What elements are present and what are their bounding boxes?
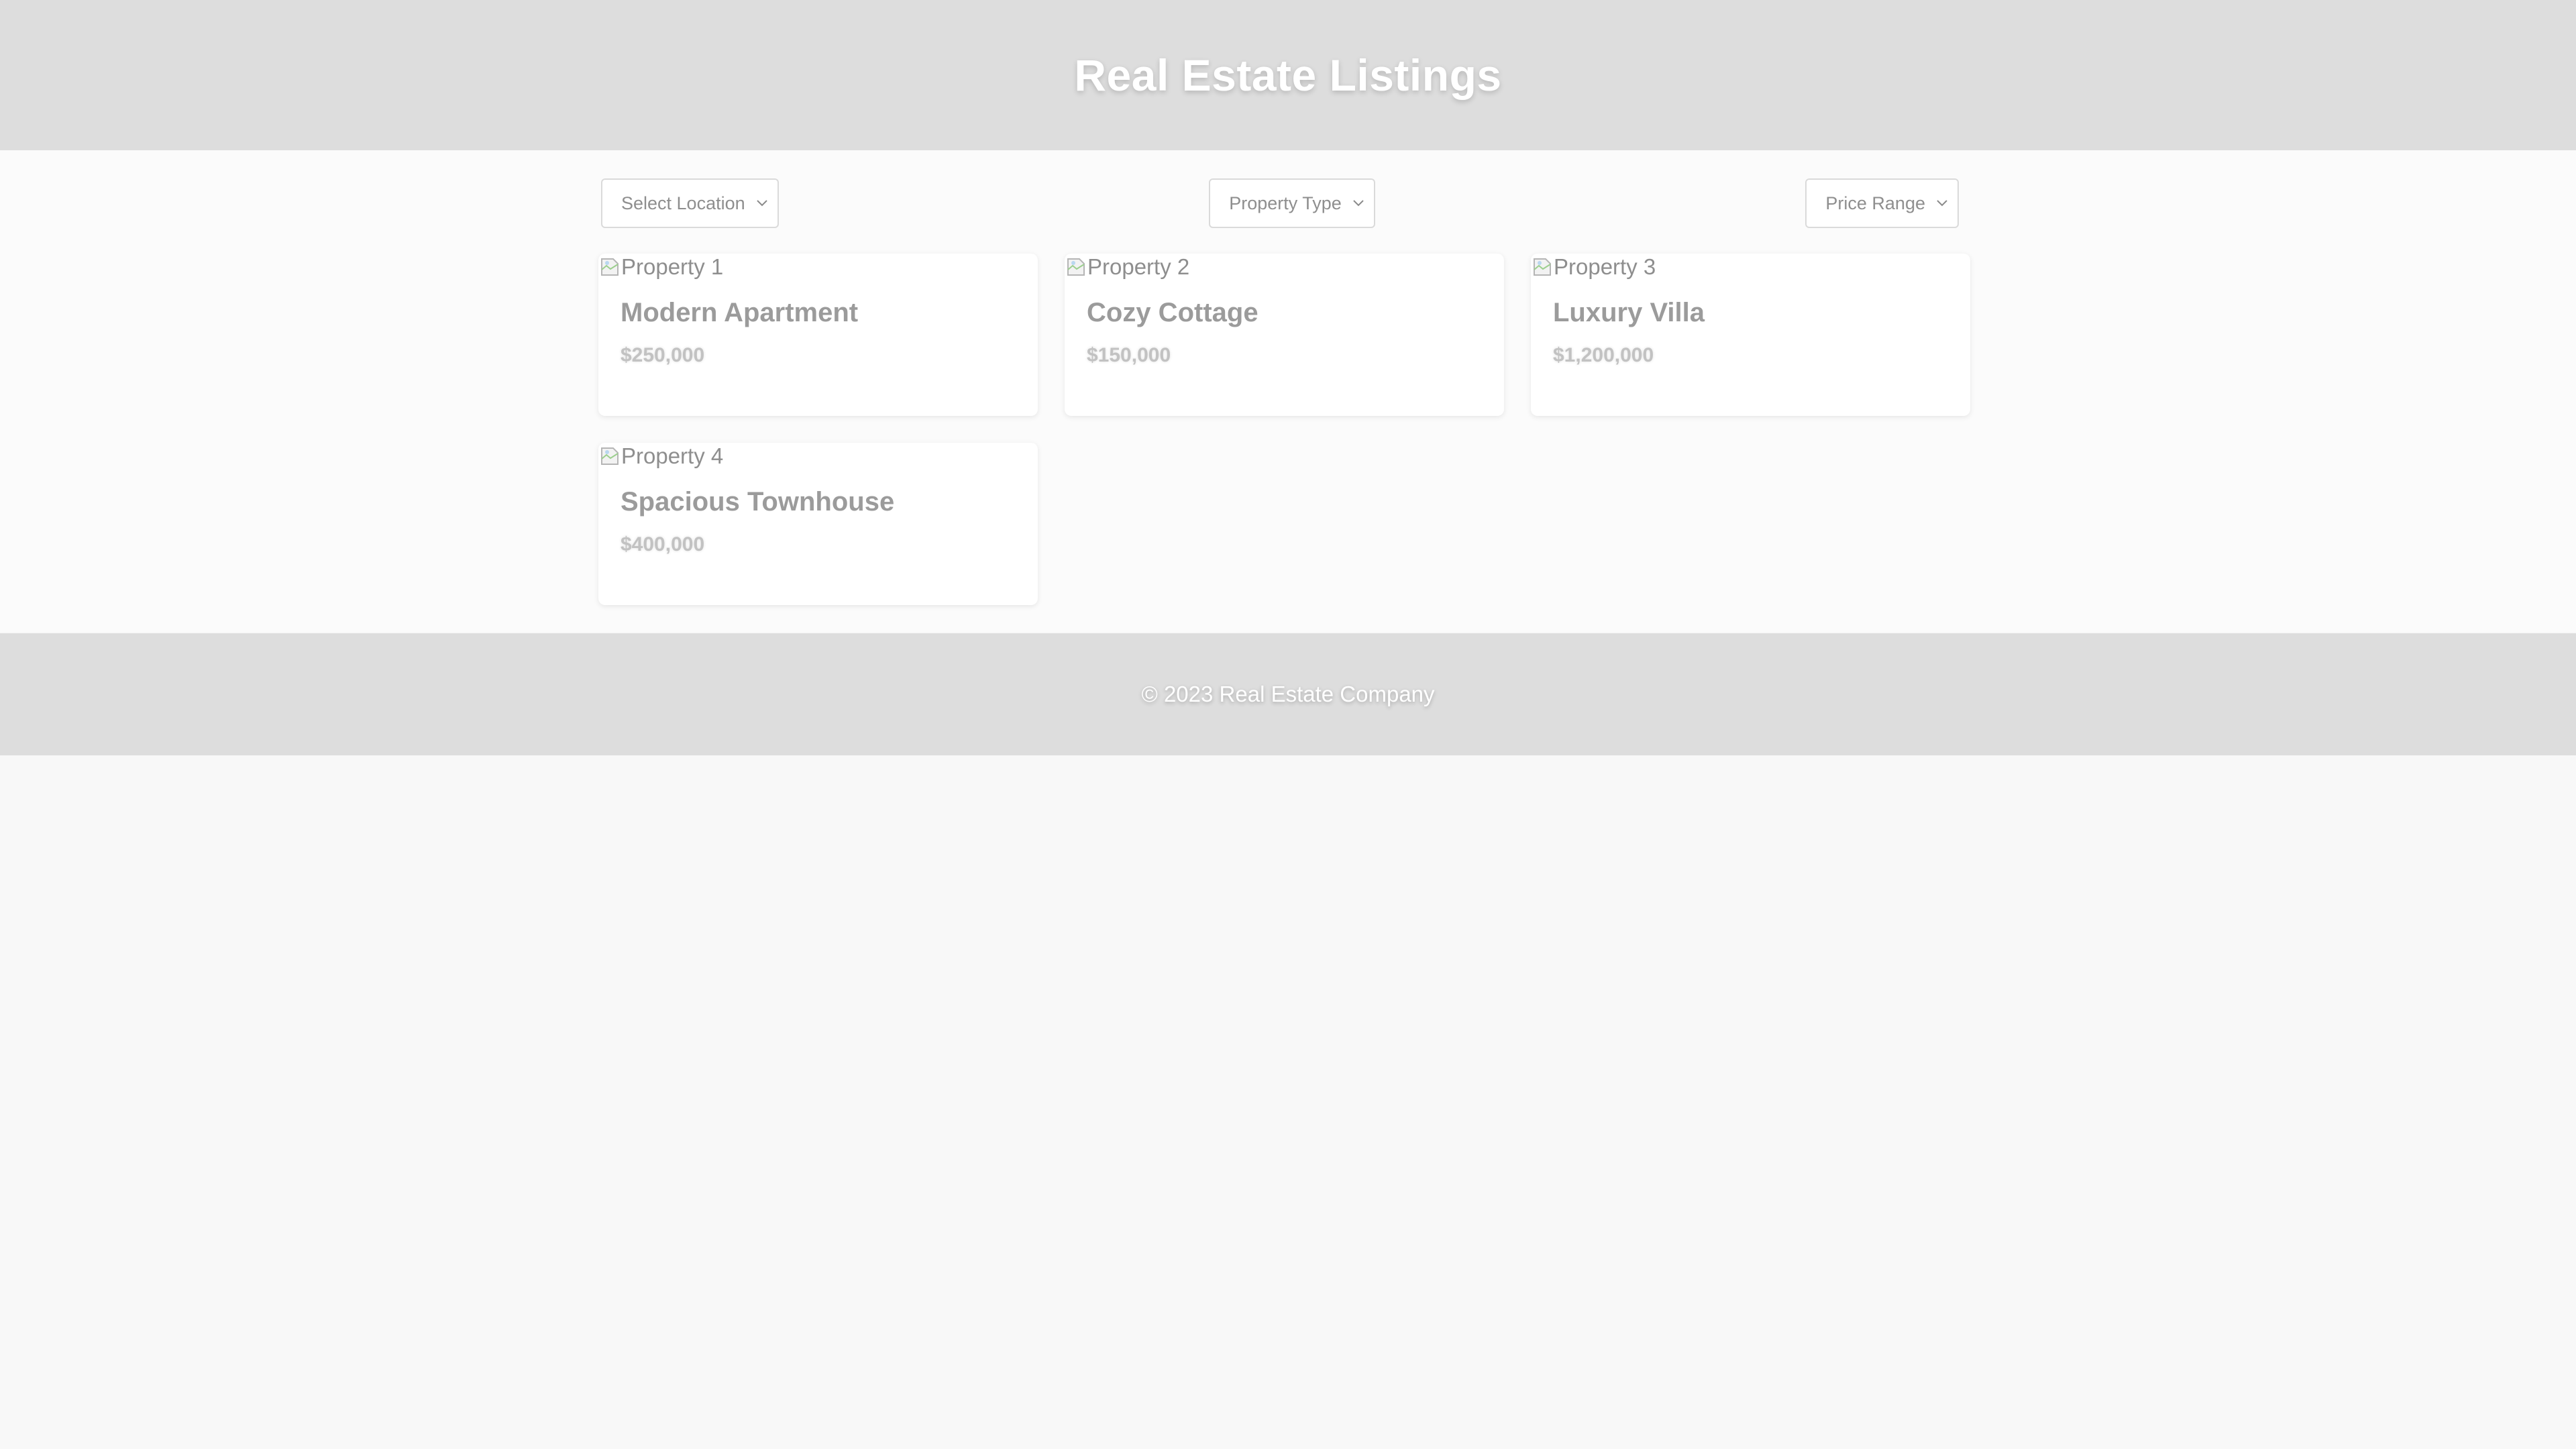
location-select[interactable]: Select Location <box>601 178 779 228</box>
property-price: $1,200,000 <box>1553 344 1654 366</box>
listings-container: Select Location Property Type Price Rang… <box>598 177 1970 605</box>
price-range-select[interactable]: Price Range <box>1805 178 1959 228</box>
property-image: Property 2 <box>1065 254 1504 280</box>
broken-image-icon <box>600 445 620 467</box>
site-header: Real Estate Listings <box>0 0 2576 150</box>
property-card[interactable]: Property 3 Luxury Villa $1,200,000 <box>1531 254 1970 416</box>
price-range-select-value: Price Range <box>1825 193 1925 213</box>
chevron-down-icon <box>755 196 769 211</box>
property-image-alt: Property 1 <box>621 254 724 279</box>
broken-image-icon <box>1066 256 1086 278</box>
chevron-down-icon <box>1935 196 1949 211</box>
property-card[interactable]: Property 4 Spacious Townhouse $400,000 <box>598 443 1038 605</box>
page-title: Real Estate Listings <box>1074 50 1502 100</box>
listings-main: Select Location Property Type Price Rang… <box>0 150 2576 632</box>
property-title: Modern Apartment <box>621 298 859 327</box>
property-card[interactable]: Property 1 Modern Apartment $250,000 <box>598 254 1038 416</box>
property-title: Cozy Cottage <box>1087 298 1258 327</box>
listings-grid: Property 1 Modern Apartment $250,000 Pro… <box>598 254 1970 605</box>
property-price: $250,000 <box>621 344 705 366</box>
property-image: Property 1 <box>598 254 1038 280</box>
property-type-select[interactable]: Property Type <box>1209 178 1375 228</box>
location-select-value: Select Location <box>621 193 745 213</box>
property-card[interactable]: Property 2 Cozy Cottage $150,000 <box>1065 254 1504 416</box>
property-image: Property 4 <box>598 443 1038 470</box>
property-title: Spacious Townhouse <box>621 487 895 517</box>
property-type-select-value: Property Type <box>1229 193 1342 213</box>
site-footer: © 2023 Real Estate Company <box>0 633 2576 755</box>
property-price: $400,000 <box>621 533 705 555</box>
property-title: Luxury Villa <box>1553 298 1705 327</box>
property-price: $150,000 <box>1087 344 1171 366</box>
filter-bar: Select Location Property Type Price Rang… <box>598 177 1970 229</box>
chevron-down-icon <box>1351 196 1366 211</box>
property-image: Property 3 <box>1531 254 1970 280</box>
broken-image-icon <box>1532 256 1552 278</box>
property-image-alt: Property 2 <box>1087 254 1190 279</box>
broken-image-icon <box>600 256 620 278</box>
property-image-alt: Property 3 <box>1554 254 1656 279</box>
property-image-alt: Property 4 <box>621 443 724 468</box>
footer-copyright: © 2023 Real Estate Company <box>1141 682 1435 706</box>
